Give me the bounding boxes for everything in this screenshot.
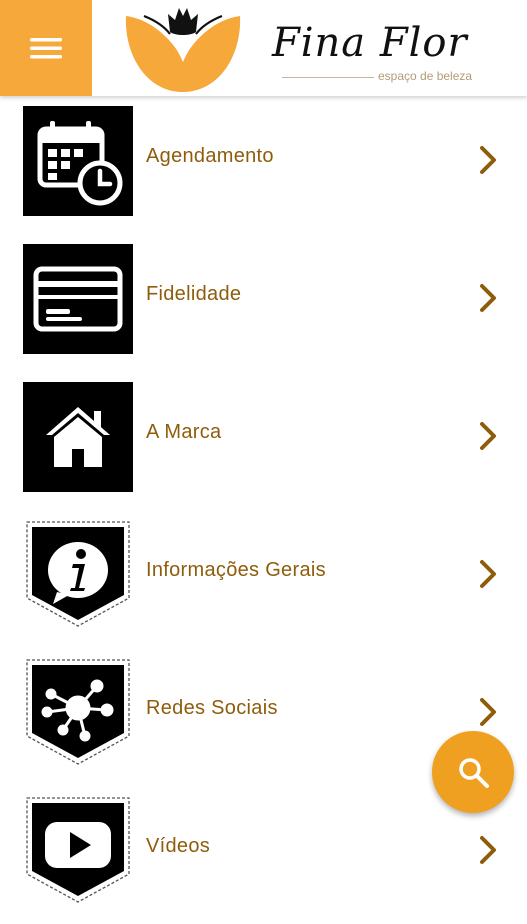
menu-item-label: A Marca — [146, 421, 222, 443]
menu-item-label: Vídeos — [146, 835, 211, 857]
app-header: Fina Flor espaço de beleza — [0, 0, 527, 96]
menu-item-informacoes-gerais[interactable]: Informações Gerais — [0, 510, 527, 648]
menu-item-icon-shield — [26, 797, 130, 903]
menu-item-label: Agendamento — [146, 145, 274, 167]
menu-item-label: Informações Gerais — [146, 559, 326, 581]
hamburger-icon — [30, 38, 62, 59]
brand-name: Fina Flor — [272, 20, 468, 66]
menu-item-agendamento[interactable]: Agendamento — [0, 96, 527, 234]
home-icon — [46, 407, 110, 467]
menu-item-icon-box — [23, 382, 133, 492]
brand-tagline: espaço de beleza — [378, 69, 473, 83]
menu-item-label: Fidelidade — [146, 283, 242, 305]
calendar-clock-icon — [37, 121, 123, 206]
search-icon — [459, 758, 489, 788]
menu-item-icon-shield — [26, 521, 130, 627]
menu-item-a-marca[interactable]: A Marca — [0, 372, 527, 510]
menu-item-icon-box — [23, 106, 133, 216]
chevron-right-icon — [480, 560, 496, 588]
chevron-right-icon — [480, 146, 496, 174]
search-fab-button[interactable] — [432, 731, 514, 813]
chevron-right-icon — [480, 422, 496, 450]
brand-divider — [282, 77, 374, 78]
play-icon — [45, 822, 111, 868]
menu-item-videos[interactable]: Vídeos — [0, 786, 527, 924]
menu-item-icon-shield — [26, 659, 130, 765]
menu-button[interactable] — [0, 0, 92, 96]
card-icon — [33, 266, 123, 332]
menu-item-icon-box — [23, 244, 133, 354]
chevron-right-icon — [480, 698, 496, 726]
chevron-right-icon — [480, 284, 496, 312]
menu-item-label: Redes Sociais — [146, 697, 278, 719]
menu-item-fidelidade[interactable]: Fidelidade — [0, 234, 527, 372]
chevron-right-icon — [480, 836, 496, 864]
flower-logo-icon — [125, 8, 241, 92]
